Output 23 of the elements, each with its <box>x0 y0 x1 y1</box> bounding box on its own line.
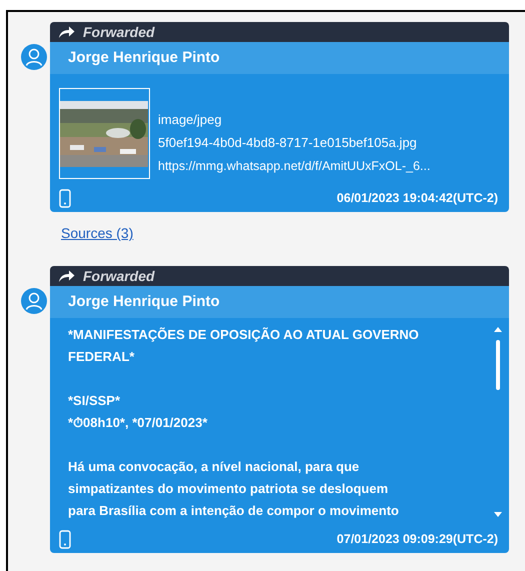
forward-arrow-icon <box>58 26 75 38</box>
phone-icon <box>59 189 71 208</box>
user-avatar-icon <box>21 288 47 314</box>
sources-link[interactable]: Sources (3) <box>61 225 134 241</box>
mime-type: image/jpeg <box>158 110 223 129</box>
message-line: *⏱08h10*, *07/01/2023* <box>68 414 208 432</box>
phone-icon <box>59 530 71 549</box>
forward-arrow-icon <box>58 270 75 282</box>
message-timestamp: 06/01/2023 19:04:42(UTC-2) <box>336 190 499 208</box>
message-timestamp: 07/01/2023 09:09:29(UTC-2) <box>336 531 499 548</box>
message-line: para Brasília com a intenção de compor o movimento <box>68 502 400 520</box>
message-line: *MANIFESTAÇÕES DE OPOSIÇÃO AO ATUAL GOVERNO <box>68 326 420 344</box>
forwarded-label: Forwarded <box>83 266 155 286</box>
file-url[interactable]: https://mmg.whatsapp.net/d/f/AmitUUxFxOL-_6... <box>158 156 430 176</box>
message-line: FEDERAL* <box>68 348 136 366</box>
message-line: *SI/SSP* <box>68 392 122 410</box>
sender-name: Jorge Henrique Pinto <box>68 292 220 312</box>
user-avatar-icon <box>21 44 47 70</box>
forwarded-label: Forwarded <box>83 22 155 42</box>
message-line: simpatizantes do movimento patriota se desloquem <box>68 480 390 498</box>
message-line: Há uma convocação, a nível nacional, para que <box>68 458 360 476</box>
file-name: 5f0ef194-4b0d-4bd8-8717-1e015bef105a.jpg <box>158 134 418 152</box>
sender-name: Jorge Henrique Pinto <box>68 48 220 68</box>
